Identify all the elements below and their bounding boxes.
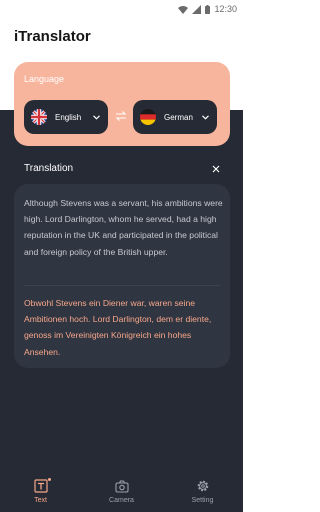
translation-title: Translation — [24, 163, 74, 174]
text-icon — [33, 478, 51, 494]
active-dot — [47, 478, 51, 481]
swap-languages-icon[interactable] — [115, 110, 127, 122]
source-text: Although Stevens was a servant, his ambi… — [24, 198, 223, 257]
target-language-name: German — [164, 112, 193, 122]
tab-label: Camera — [109, 497, 134, 504]
bottom-tab-bar: Text Camera Setting — [0, 478, 243, 512]
status-bar: 12:30 — [0, 0, 243, 18]
app-title: iTranslator — [14, 28, 91, 45]
source-language-select[interactable]: English — [24, 100, 108, 134]
chevron-down-icon — [202, 114, 209, 120]
germany-flag-icon — [140, 109, 156, 125]
gear-icon — [196, 478, 210, 494]
translation-result-card: Although Stevens was a servant, his ambi… — [14, 184, 230, 368]
target-language-select[interactable]: German — [133, 100, 217, 134]
language-card: Language English German — [14, 62, 230, 146]
camera-icon — [114, 478, 129, 494]
tab-text[interactable]: Text — [0, 478, 81, 512]
language-label: Language — [24, 74, 65, 84]
translation-header: Translation — [24, 163, 220, 174]
battery-icon — [205, 4, 211, 14]
tab-camera[interactable]: Camera — [81, 479, 162, 512]
signal-icon — [192, 4, 202, 14]
source-language-name: English — [55, 112, 82, 122]
status-time: 12:30 — [214, 4, 237, 14]
wifi-icon — [178, 5, 189, 14]
tab-label: Text — [34, 497, 47, 504]
translated-text: Obwohl Stevens ein Diener war, waren sei… — [24, 298, 212, 357]
divider — [24, 285, 220, 286]
close-icon[interactable] — [212, 165, 220, 173]
chevron-down-icon — [93, 114, 100, 120]
tab-label: Setting — [191, 497, 214, 504]
uk-flag-icon — [31, 109, 47, 125]
tab-setting[interactable]: Setting — [162, 480, 243, 512]
